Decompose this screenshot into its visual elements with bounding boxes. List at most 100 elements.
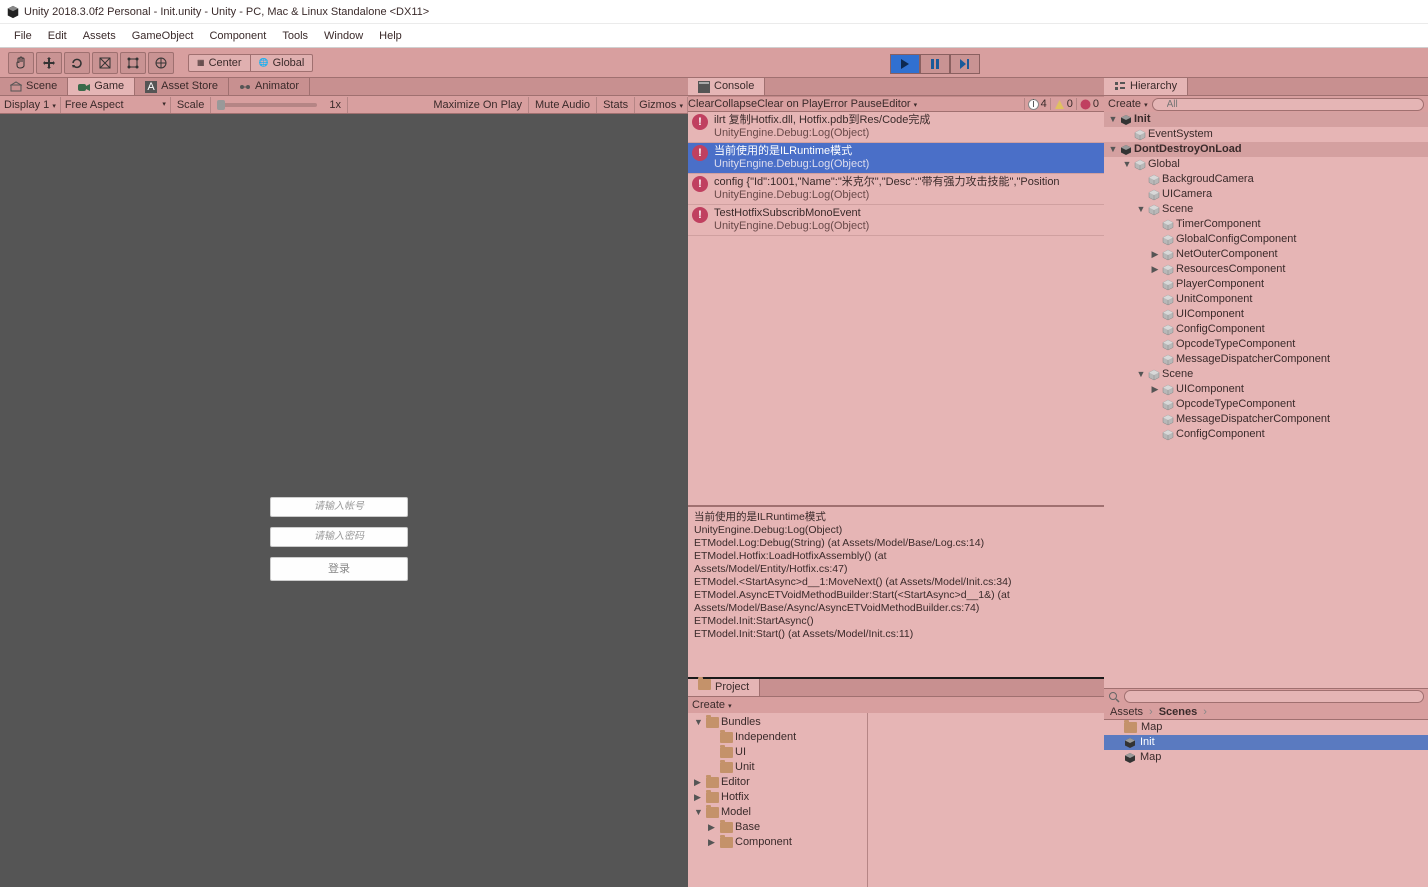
menu-assets[interactable]: Assets [75,24,124,48]
maximize-on-play-toggle[interactable]: Maximize On Play [427,97,529,113]
hierarchy-item[interactable]: ▼ Global [1104,157,1428,172]
expand-toggle[interactable]: ▼ [1136,367,1146,382]
hierarchy-item[interactable]: ConfigComponent [1104,322,1428,337]
gizmos-dropdown[interactable]: Gizmos ▾ [635,97,688,113]
project-search-input[interactable] [1124,690,1424,703]
asset-item[interactable]: Map [1104,750,1428,765]
project-folder[interactable]: Independent [688,730,867,745]
menu-edit[interactable]: Edit [40,24,75,48]
project-create-dropdown[interactable]: Create ▾ [692,699,732,711]
hierarchy-item[interactable]: OpcodeTypeComponent [1104,397,1428,412]
project-tree[interactable]: ▼ Bundles Independent UI Unit ▶ Editor ▶… [688,713,868,887]
hierarchy-item[interactable]: EventSystem [1104,127,1428,142]
hierarchy-item[interactable]: ▼ Scene [1104,202,1428,217]
hierarchy-item[interactable]: ▶ ResourcesComponent [1104,262,1428,277]
menu-component[interactable]: Component [201,24,274,48]
hierarchy-item[interactable]: ▼ Scene [1104,367,1428,382]
expand-toggle[interactable]: ▶ [1150,262,1160,277]
asset-item[interactable]: Map [1104,720,1428,735]
expand-toggle[interactable]: ▼ [1136,202,1146,217]
pivot-global-button[interactable]: 🌐Global [251,54,314,72]
breadcrumb-item[interactable]: Scenes [1159,706,1198,718]
expand-toggle[interactable]: ▶ [694,790,704,805]
rotate-tool-button[interactable] [64,52,90,74]
project-assets[interactable]: MapInitMap [1104,720,1428,887]
hierarchy-item[interactable]: PlayerComponent [1104,277,1428,292]
project-folder[interactable]: ▶ Component [688,835,867,850]
hierarchy-item[interactable]: OpcodeTypeComponent [1104,337,1428,352]
play-button[interactable] [890,54,920,74]
hierarchy-item[interactable]: BackgroudCamera [1104,172,1428,187]
login-button[interactable]: 登录 [270,557,408,581]
password-input[interactable]: 请输入密码 [270,527,408,547]
expand-toggle[interactable]: ▶ [1150,247,1160,262]
hierarchy-item[interactable]: ▼ Init [1104,112,1428,127]
hierarchy-item[interactable]: UnitComponent [1104,292,1428,307]
hierarchy-item[interactable]: ▶ NetOuterComponent [1104,247,1428,262]
expand-toggle[interactable]: ▼ [1108,142,1118,157]
scale-slider[interactable] [211,103,323,107]
menu-window[interactable]: Window [316,24,371,48]
console-message[interactable]: ! TestHotfixSubscribMonoEventUnityEngine… [688,205,1104,236]
menu-tools[interactable]: Tools [274,24,316,48]
aspect-dropdown[interactable]: Free Aspect ▾ [61,97,171,113]
hierarchy-create-dropdown[interactable]: Create ▾ [1108,98,1148,110]
hierarchy-item[interactable]: MessageDispatcherComponent [1104,412,1428,427]
tab-hierarchy[interactable]: Hierarchy [1104,78,1188,95]
expand-toggle[interactable]: ▶ [694,775,704,790]
console-message[interactable]: ! config {"Id":1001,"Name":"米克尔","Desc":… [688,174,1104,205]
expand-toggle[interactable]: ▼ [1108,112,1118,127]
project-folder[interactable]: ▶ Editor [688,775,867,790]
expand-toggle[interactable]: ▼ [1122,157,1132,172]
pause-button[interactable] [920,54,950,74]
move-tool-button[interactable] [36,52,62,74]
expand-toggle[interactable]: ▶ [708,835,718,850]
tab-asset-store[interactable]: AAsset Store [135,78,229,95]
transform-tool-button[interactable] [148,52,174,74]
step-button[interactable] [950,54,980,74]
console-message-list[interactable]: ! ilrt 复制Hotfix.dll, Hotfix.pdb到Res/Code… [688,112,1104,507]
project-folder[interactable]: UI [688,745,867,760]
console-error-pause-button[interactable]: Error Pause [823,98,882,110]
project-folder[interactable]: ▼ Bundles [688,715,867,730]
hierarchy-item[interactable]: UICamera [1104,187,1428,202]
scale-tool-button[interactable] [92,52,118,74]
display-dropdown[interactable]: Display 1 ▾ [0,97,61,113]
project-folder[interactable]: ▶ Hotfix [688,790,867,805]
warn-count[interactable]: 0 [1050,98,1076,110]
console-collapse-button[interactable]: Collapse [714,98,757,110]
hierarchy-search-input[interactable] [1152,98,1424,111]
expand-toggle[interactable]: ▶ [708,820,718,835]
project-folder[interactable]: ▶ Base [688,820,867,835]
tab-project[interactable]: Project [688,679,760,696]
tab-animator[interactable]: Animator [229,78,310,95]
stats-toggle[interactable]: Stats [597,97,635,113]
hierarchy-item[interactable]: ConfigComponent [1104,427,1428,442]
username-input[interactable]: 请输入帐号 [270,497,408,517]
hierarchy-tree[interactable]: ▼ Init EventSystem ▼ DontDestroyOnLoad ▼… [1104,112,1428,688]
pivot-center-button[interactable]: ▦Center [188,54,251,72]
expand-toggle[interactable]: ▼ [694,805,704,820]
console-clear-on-play-button[interactable]: Clear on Play [757,98,823,110]
hierarchy-item[interactable]: ▼ DontDestroyOnLoad [1104,142,1428,157]
breadcrumb-item[interactable]: Assets [1110,706,1143,718]
menu-file[interactable]: File [6,24,40,48]
project-breadcrumb[interactable]: Assets›Scenes› [1104,704,1428,720]
mute-audio-toggle[interactable]: Mute Audio [529,97,597,113]
hierarchy-item[interactable]: MessageDispatcherComponent [1104,352,1428,367]
console-editor-button[interactable]: Editor ▾ [882,98,917,110]
expand-toggle[interactable]: ▼ [694,715,704,730]
hierarchy-item[interactable]: ▶ UIComponent [1104,382,1428,397]
console-message[interactable]: ! ilrt 复制Hotfix.dll, Hotfix.pdb到Res/Code… [688,112,1104,143]
menu-gameobject[interactable]: GameObject [124,24,202,48]
menu-help[interactable]: Help [371,24,410,48]
tab-scene[interactable]: Scene [0,78,68,95]
console-message[interactable]: ! 当前使用的是ILRuntime模式UnityEngine.Debug:Log… [688,143,1104,174]
hierarchy-item[interactable]: GlobalConfigComponent [1104,232,1428,247]
hierarchy-item[interactable]: TimerComponent [1104,217,1428,232]
error-count[interactable]: 0 [1076,98,1102,110]
console-clear-button[interactable]: Clear [688,98,714,110]
info-count[interactable]: i4 [1024,98,1050,110]
project-folder[interactable]: Unit [688,760,867,775]
hierarchy-item[interactable]: UIComponent [1104,307,1428,322]
